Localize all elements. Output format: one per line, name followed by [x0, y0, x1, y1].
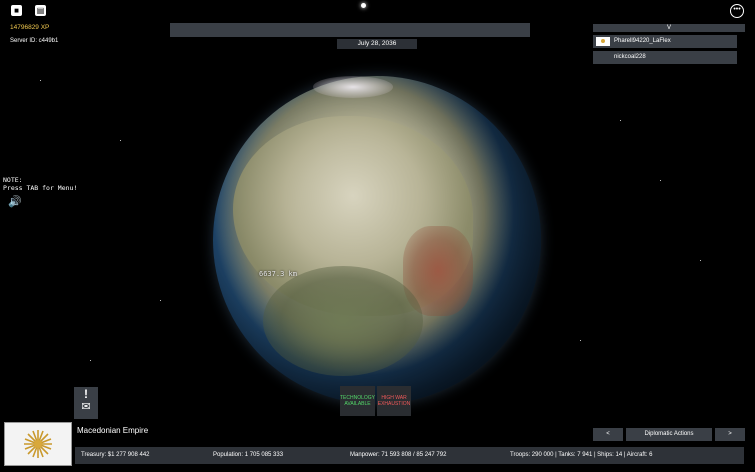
diplomacy-next-button[interactable]: >	[715, 428, 745, 441]
player-row[interactable]: Pharell94220_LaFlex	[593, 35, 737, 48]
envelope-icon: ✉	[81, 401, 91, 413]
roblox-logo-icon[interactable]: ■	[11, 5, 22, 16]
game-date: July 28, 2036	[337, 39, 417, 49]
more-dots-icon[interactable]: •••	[730, 4, 744, 18]
nation-name: Macedonian Empire	[77, 426, 149, 435]
sun-light	[361, 3, 366, 8]
player-flag-icon	[596, 37, 610, 46]
arctic-ice	[313, 76, 393, 98]
technology-available-button[interactable]: TECHNOLOGY AVAILABLE	[340, 386, 375, 416]
diplomacy-prev-button[interactable]: <	[593, 428, 623, 441]
distance-label: 6637.3 km	[259, 270, 297, 278]
vergina-sun-icon	[5, 423, 71, 465]
server-id: Server ID: c449b1	[10, 38, 59, 44]
manpower-stat: Manpower: 71 593 808 / 85 247 792	[350, 452, 447, 458]
chat-icon[interactable]: ▤	[35, 5, 46, 16]
diplomatic-actions-button[interactable]: Diplomatic Actions	[626, 428, 712, 441]
world-globe[interactable]	[213, 76, 541, 404]
player-list-toggle[interactable]: V	[593, 24, 745, 32]
nation-flag[interactable]	[4, 422, 72, 466]
player-row[interactable]: nickcoal228	[593, 51, 737, 64]
war-exhaustion-button[interactable]: HIGH WAR EXHAUSTION	[377, 386, 411, 416]
military-stat: Troops: 290 000 | Tanks: 7 941 | Ships: …	[510, 452, 653, 458]
technology-label: TECHNOLOGY AVAILABLE	[340, 395, 376, 407]
menu-hint-note: NOTE: Press TAB for Menu!	[3, 176, 78, 192]
treasury-stat: Treasury: $1 277 908 442	[81, 452, 150, 458]
population-stat: Population: 1 705 085 333	[213, 452, 284, 458]
alert-mark: !	[84, 387, 88, 401]
player-name: nickcoal228	[614, 54, 646, 60]
alert-button[interactable]: ! ✉	[74, 387, 98, 419]
speaker-icon[interactable]: 🔊	[8, 195, 22, 208]
south-asia-landmass	[263, 266, 423, 376]
nation-stats-bar: Treasury: $1 277 908 442 Population: 1 7…	[75, 447, 744, 464]
player-name: Pharell94220_LaFlex	[614, 38, 671, 44]
top-info-bar	[170, 23, 530, 37]
war-exhaustion-label: HIGH WAR EXHAUSTION	[377, 395, 411, 407]
xp-counter: 14796829 XP	[10, 24, 50, 31]
